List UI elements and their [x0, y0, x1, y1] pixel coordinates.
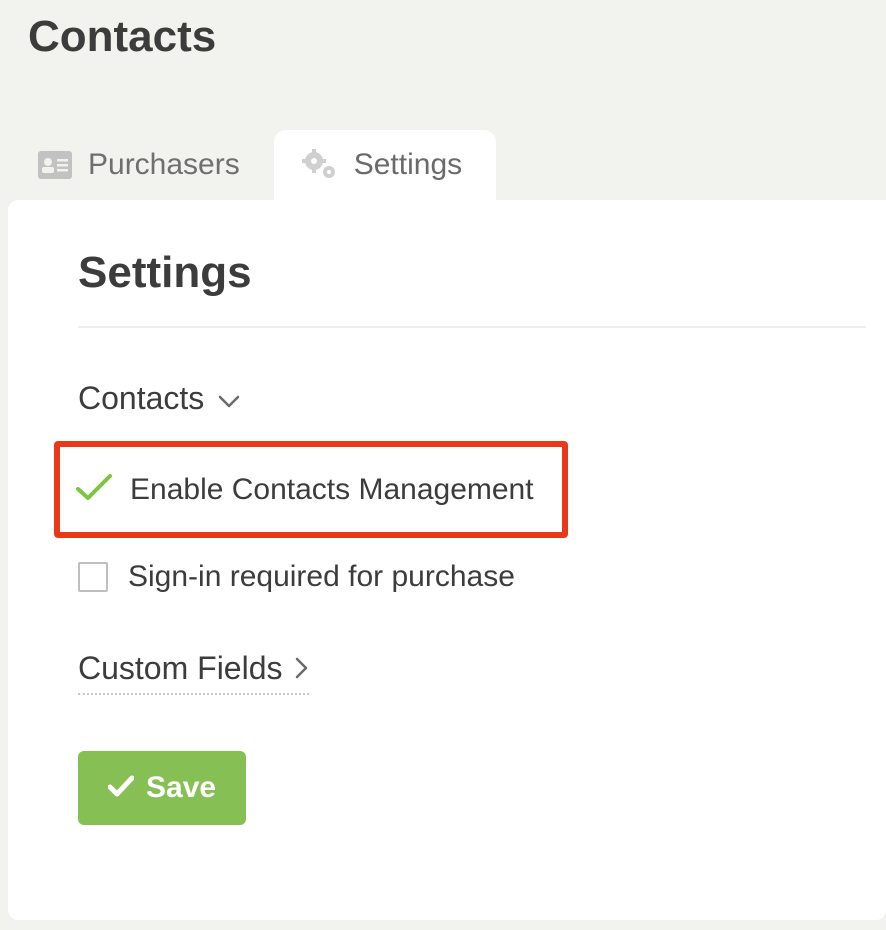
section-contacts-label: Contacts [78, 380, 204, 417]
section-custom-fields-toggle[interactable]: Custom Fields [78, 650, 309, 695]
tab-settings[interactable]: Settings [274, 130, 496, 200]
divider [78, 326, 866, 328]
tab-settings-label: Settings [354, 148, 462, 182]
contact-card-icon [38, 151, 72, 179]
page-root: Contacts Purchasers [0, 0, 886, 930]
chevron-right-icon [295, 650, 309, 687]
check-bold-icon [108, 771, 134, 805]
option-enable-contacts[interactable]: Enable Contacts Management [54, 441, 568, 538]
checkbox-empty-icon [78, 562, 108, 592]
option-signin-label: Sign-in required for purchase [128, 560, 515, 594]
option-signin-required[interactable]: Sign-in required for purchase [78, 560, 866, 594]
panel-title: Settings [78, 248, 866, 298]
chevron-down-icon [218, 380, 240, 417]
tab-purchasers[interactable]: Purchasers [10, 130, 274, 200]
page-title: Contacts [28, 12, 216, 62]
settings-panel: Settings Contacts Enable Contacts Manage… [8, 200, 886, 920]
save-button-label: Save [146, 771, 216, 805]
section-contacts-toggle[interactable]: Contacts [78, 380, 866, 417]
check-icon [74, 471, 114, 508]
save-button[interactable]: Save [78, 751, 246, 825]
tab-purchasers-label: Purchasers [88, 148, 240, 182]
gears-icon [302, 149, 338, 181]
subsection-custom-fields-label: Custom Fields [78, 650, 283, 687]
tablist: Purchasers [10, 120, 496, 200]
option-enable-label: Enable Contacts Management [130, 473, 534, 507]
